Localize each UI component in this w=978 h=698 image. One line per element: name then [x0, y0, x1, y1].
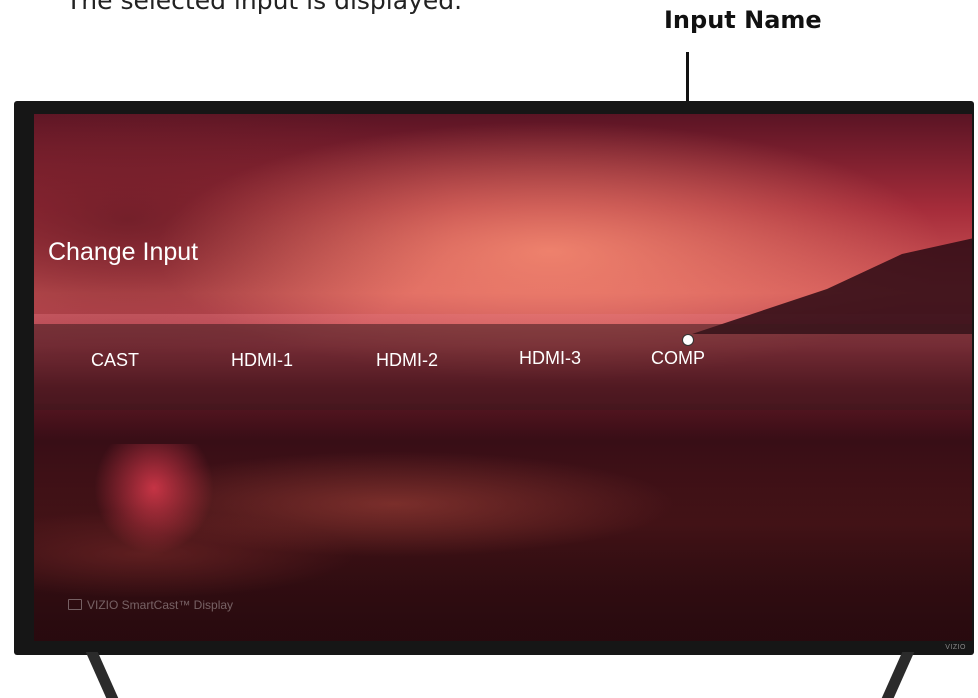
tv-leg-right: [881, 652, 915, 698]
change-input-title: Change Input: [48, 238, 199, 266]
cast-icon: [68, 599, 82, 610]
input-item-hdmi-2[interactable]: HDMI-2: [376, 350, 438, 371]
tv-leg-left: [85, 652, 119, 698]
input-item-comp[interactable]: COMP: [651, 348, 705, 369]
callout-label: Input Name: [664, 6, 822, 34]
background-pool: [94, 444, 214, 554]
manual-caption: The selected input is displayed.: [66, 0, 463, 15]
callout-dot: [682, 334, 694, 346]
smartcast-brand-mark: VIZIO SmartCast™ Display: [68, 598, 233, 612]
tv-screen: Change Input CAST HDMI-1 HDMI-2 HDMI-3 C…: [34, 114, 972, 641]
input-item-hdmi-1[interactable]: HDMI-1: [231, 350, 293, 371]
smartcast-brand-text: VIZIO SmartCast™ Display: [87, 598, 234, 612]
input-item-cast[interactable]: CAST: [91, 350, 139, 371]
input-list: CAST HDMI-1 HDMI-2 HDMI-3 COMP: [34, 324, 972, 410]
tv-logo: VIZIO: [945, 644, 966, 651]
tv-frame: Change Input CAST HDMI-1 HDMI-2 HDMI-3 C…: [14, 101, 974, 655]
input-item-hdmi-3[interactable]: HDMI-3: [519, 348, 581, 369]
